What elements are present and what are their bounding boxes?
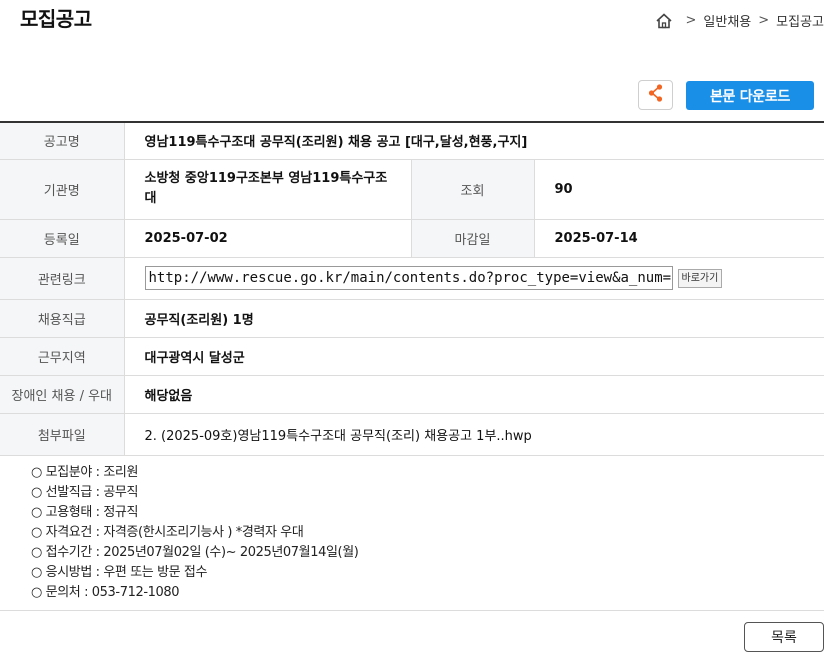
list-item: ○ 선발직급 : 공무직 xyxy=(31,485,139,500)
reg-date-label: 등록일 xyxy=(0,219,125,258)
disabled-value: 해당없음 xyxy=(124,375,824,414)
table-row: 공고명 영남119특수구조대 공무직(조리원) 채용 공고 [대구,달성,현풍,… xyxy=(0,122,824,160)
region-label: 근무지역 xyxy=(0,337,125,376)
table-row: 관련링크 http://www.rescue.go.kr/main/conten… xyxy=(0,257,824,300)
deadline-value: 2025-07-14 xyxy=(534,219,824,258)
table-row: 기관명 소방청 중앙119구조본부 영남119특수구조대 조회 90 xyxy=(0,159,824,220)
table-row: 등록일 2025-07-02 마감일 2025-07-14 xyxy=(0,219,824,258)
detail-list: ○ 모집분야 : 조리원 ○ 선발직급 : 공무직 ○ 고용형태 : 정규직 ○… xyxy=(31,463,359,603)
breadcrumb-item-recruitment[interactable]: 모집공고 xyxy=(776,11,824,30)
share-icon xyxy=(647,83,665,107)
attachment-link[interactable]: 2. (2025-09호)영남119특수구조대 공무직(조리) 채용공고 1부.… xyxy=(124,413,824,456)
list-button[interactable]: 목록 xyxy=(744,622,824,652)
link-cell: http://www.rescue.go.kr/main/contents.do… xyxy=(124,257,824,300)
table-row: 첨부파일 2. (2025-09호)영남119특수구조대 공무직(조리) 채용공… xyxy=(0,413,824,456)
breadcrumb: > 일반채용 > 모집공고 xyxy=(655,11,824,30)
table-row: 채용직급 공무직(조리원) 1명 xyxy=(0,299,824,338)
breadcrumb-separator: > xyxy=(758,13,770,28)
org-value: 소방청 중앙119구조본부 영남119특수구조대 xyxy=(124,159,412,220)
list-item: ○ 문의처 : 053-712-1080 xyxy=(31,585,180,600)
rank-label: 채용직급 xyxy=(0,299,125,338)
table-row: 장애인 채용 / 우대 해당없음 xyxy=(0,375,824,414)
table-row: 근무지역 대구광역시 달성군 xyxy=(0,337,824,376)
list-item: ○ 자격요건 : 자격증(한시조리기능사 ) *경력자 우대 xyxy=(31,525,304,540)
breadcrumb-separator: > xyxy=(685,13,697,28)
org-label: 기관명 xyxy=(0,159,125,220)
share-button[interactable] xyxy=(638,80,673,110)
home-icon[interactable] xyxy=(655,12,673,30)
list-item: ○ 고용형태 : 정규직 xyxy=(31,505,139,520)
rank-value: 공무직(조리원) 1명 xyxy=(124,299,824,338)
title-value: 영남119특수구조대 공무직(조리원) 채용 공고 [대구,달성,현풍,구지] xyxy=(124,122,824,160)
page-title: 모집공고 xyxy=(20,7,92,31)
file-label: 첨부파일 xyxy=(0,413,125,456)
reg-date-value: 2025-07-02 xyxy=(124,219,412,258)
views-value: 90 xyxy=(534,159,824,220)
breadcrumb-item-general-hiring[interactable]: 일반채용 xyxy=(703,11,751,30)
divider xyxy=(0,610,824,611)
recruitment-info-table: 공고명 영남119특수구조대 공무직(조리원) 채용 공고 [대구,달성,현풍,… xyxy=(0,121,824,456)
region-value: 대구광역시 달성군 xyxy=(124,337,824,376)
link-label: 관련링크 xyxy=(0,257,125,300)
related-link-field[interactable]: http://www.rescue.go.kr/main/contents.do… xyxy=(144,266,673,290)
go-link-button[interactable]: 바로가기 xyxy=(677,268,723,288)
deadline-label: 마감일 xyxy=(411,219,535,258)
download-body-button[interactable]: 본문 다운로드 xyxy=(686,81,814,110)
disabled-label: 장애인 채용 / 우대 xyxy=(0,375,125,414)
list-item: ○ 응시방법 : 우편 또는 방문 접수 xyxy=(31,565,208,580)
list-item: ○ 접수기간 : 2025년07월02일 (수)~ 2025년07월14일(월) xyxy=(31,545,359,560)
title-label: 공고명 xyxy=(0,122,125,160)
list-item: ○ 모집분야 : 조리원 xyxy=(31,465,139,480)
views-label: 조회 xyxy=(411,159,535,220)
